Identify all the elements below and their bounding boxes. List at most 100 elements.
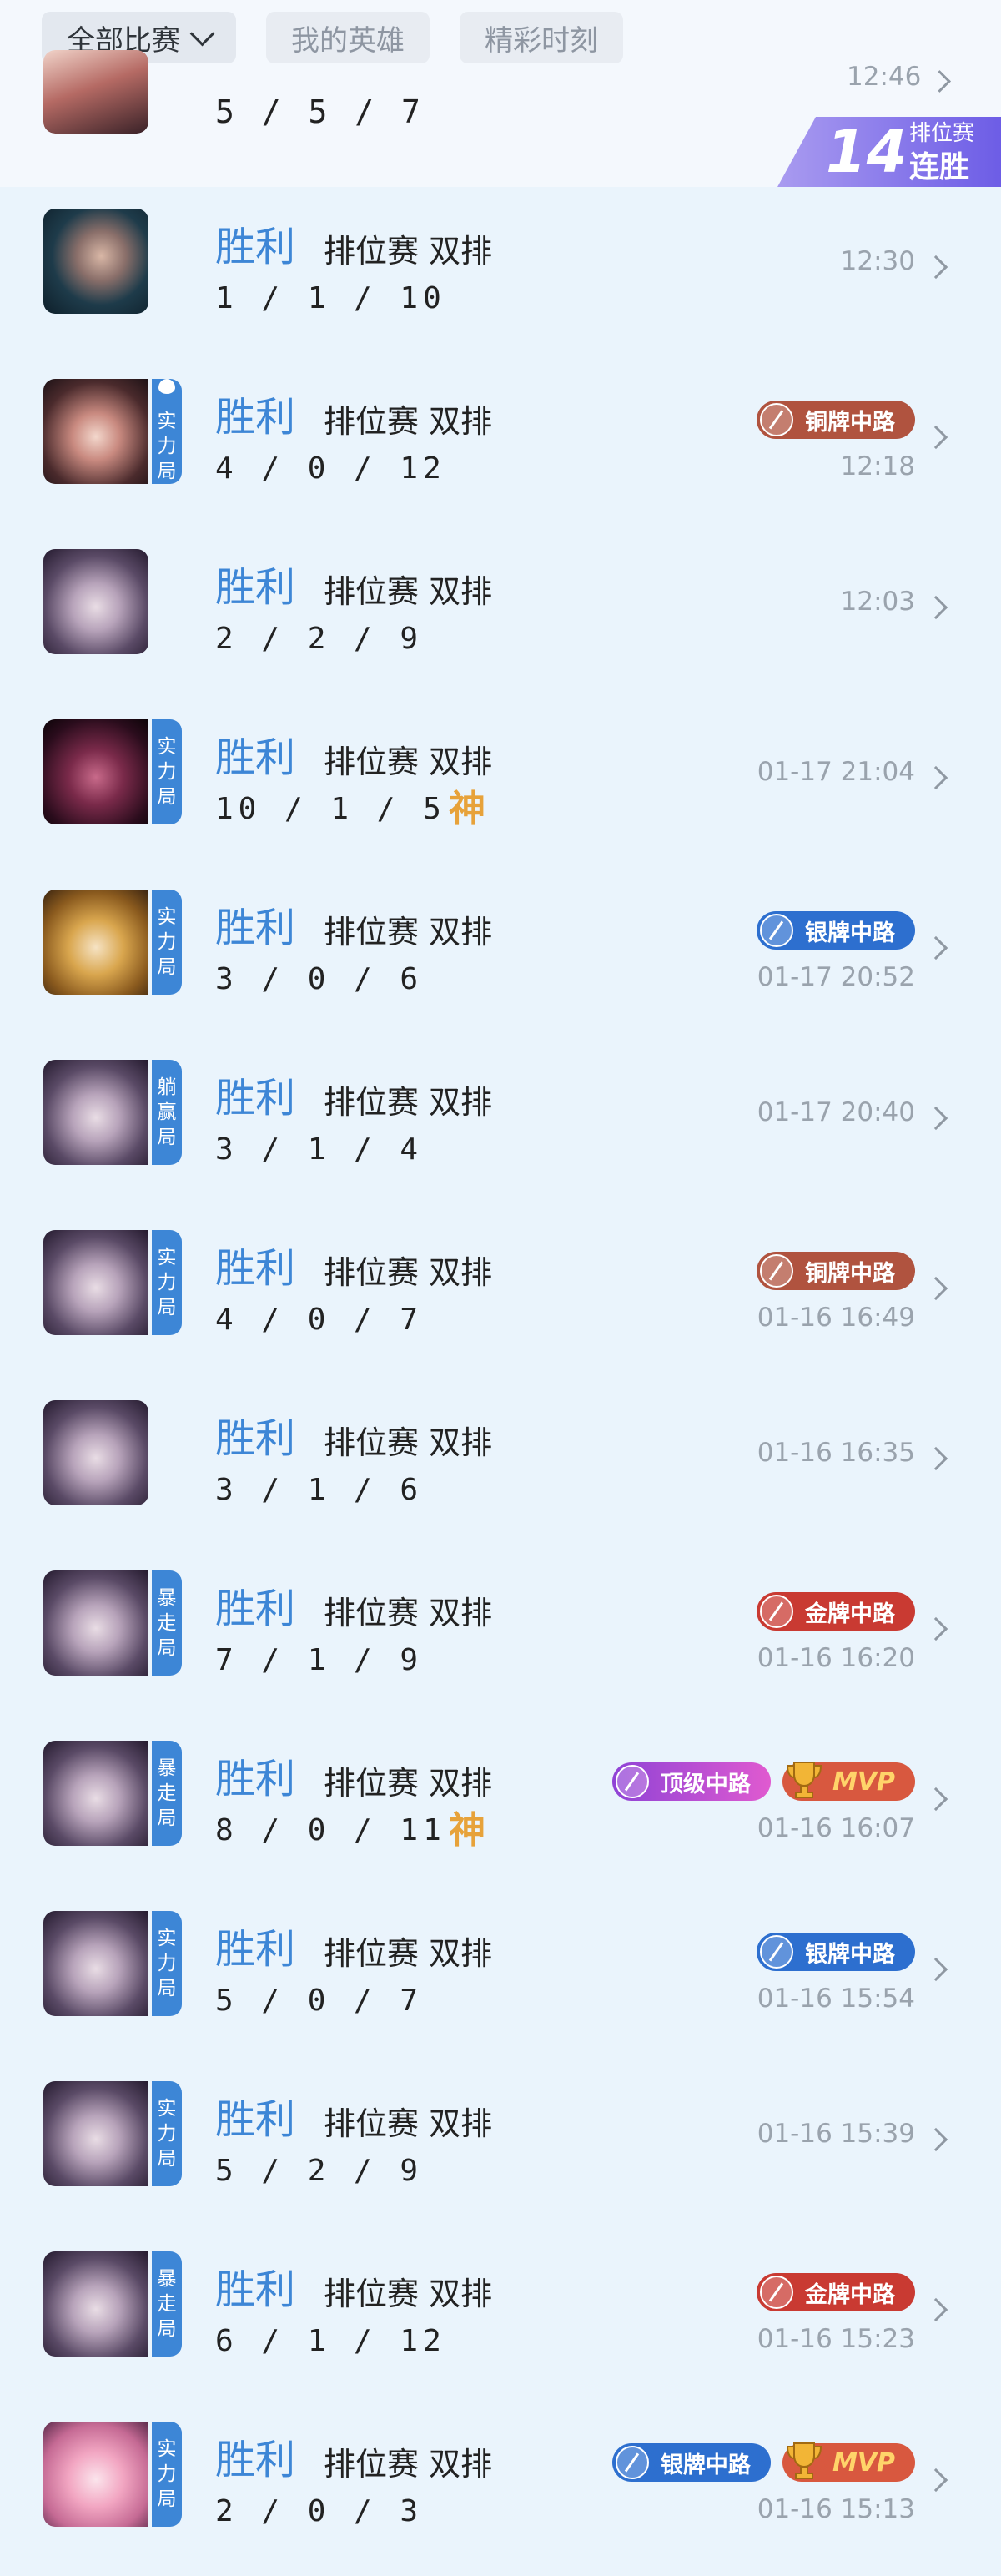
match-row[interactable]: 胜利 排位赛 双排 1 / 1 / 10 12:30 <box>0 187 1001 357</box>
match-mode: 排位赛 双排 <box>324 744 493 780</box>
tag-char: 力 <box>157 436 177 457</box>
kda-text: 5 / 5 / 7 <box>215 93 425 130</box>
streak-number: 14 <box>826 118 908 186</box>
chevron-right-icon[interactable] <box>923 1276 948 1301</box>
chevron-right-icon[interactable] <box>928 70 951 93</box>
match-row[interactable]: 实力局 胜利 排位赛 双排 5 / 0 / 7 银牌中路 01-16 15:54 <box>0 1889 1001 2059</box>
match-time: 01-16 16:35 <box>757 1438 915 1468</box>
match-row[interactable]: 实力局 胜利 排位赛 双排 4 / 0 / 7 铜牌中路 01-16 16:49 <box>0 1208 1001 1379</box>
match-row[interactable]: 实力局 胜利 排位赛 双排 4 / 0 / 12 铜牌中路 12:18 <box>0 357 1001 527</box>
chevron-right-icon[interactable] <box>923 1787 948 1812</box>
match-result: 胜利 <box>215 564 296 611</box>
sword-icon <box>760 2276 793 2309</box>
hero-avatar[interactable] <box>43 1911 148 2016</box>
tag-char: 局 <box>157 1807 177 1829</box>
mvp-badge: MVP <box>782 1762 915 1801</box>
match-time: 01-16 15:54 <box>757 1984 915 2014</box>
hero-avatar[interactable] <box>43 209 148 314</box>
match-row[interactable]: 实力局 胜利 排位赛 双排 2 / 0 / 3 银牌中路 MVP 01-16 15:13 <box>0 2400 1001 2570</box>
tag-char: 走 <box>157 2293 177 2315</box>
kda-text: 10 / 1 / 5 <box>215 792 446 826</box>
performance-tag: 暴走局 <box>152 1741 182 1846</box>
chevron-right-icon[interactable] <box>923 935 948 960</box>
match-row[interactable]: 躺赢局 胜利 排位赛 双排 3 / 1 / 4 01-17 20:40 <box>0 1038 1001 1208</box>
chevron-right-icon[interactable] <box>923 2127 948 2152</box>
achievement-badges: 铜牌中路 <box>757 1252 915 1290</box>
match-mode: 排位赛 双排 <box>324 573 493 610</box>
sword-icon <box>760 1595 793 1628</box>
hero-avatar[interactable] <box>43 2422 148 2527</box>
tag-char: 局 <box>157 2488 177 2510</box>
tag-char: 赢 <box>157 1101 177 1123</box>
match-result: 胜利 <box>215 1075 296 1122</box>
god-badge: 神 <box>449 1809 485 1852</box>
tag-char: 局 <box>157 461 177 482</box>
hero-avatar[interactable] <box>43 1230 148 1335</box>
kda-text: 3 / 1 / 4 <box>215 1132 424 1167</box>
god-badge: 神 <box>449 788 485 830</box>
sword-icon <box>615 1765 649 1798</box>
match-row[interactable]: 胜利 排位赛 双排 2 / 2 / 9 12:03 <box>0 527 1001 698</box>
match-row[interactable]: 实力局 胜利 排位赛 双排 10 / 1 / 5 神 01-17 21:04 <box>0 698 1001 868</box>
tag-char: 局 <box>157 2318 177 2340</box>
performance-tag: 实力局 <box>152 1230 182 1335</box>
hero-avatar[interactable] <box>43 719 148 824</box>
kda-text: 3 / 0 / 6 <box>215 962 424 996</box>
match-row[interactable]: 胜利 排位赛 双排 3 / 1 / 6 01-16 16:35 <box>0 1379 1001 1549</box>
match-result: 胜利 <box>215 224 296 270</box>
hero-avatar[interactable] <box>43 1400 148 1505</box>
match-time: 12:18 <box>840 451 915 481</box>
chevron-right-icon[interactable] <box>923 425 948 450</box>
hero-avatar[interactable] <box>43 1741 148 1846</box>
badge-label: 铜牌中路 <box>805 409 895 436</box>
sword-icon <box>615 2446 649 2479</box>
match-row[interactable]: 实力局 胜利 排位赛 双排 5 / 2 / 9 01-16 15:39 <box>0 2059 1001 2230</box>
rank-badge: 银牌中路 <box>611 2443 771 2482</box>
tag-char: 实 <box>157 2438 177 2460</box>
match-row[interactable]: 暴走局 胜利 排位赛 双排 7 / 1 / 9 金牌中路 01-16 16:20 <box>0 1549 1001 1719</box>
hero-avatar[interactable] <box>43 1570 148 1676</box>
match-row[interactable]: 实力局 胜利 排位赛 双排 3 / 0 / 6 银牌中路 01-17 20:52 <box>0 868 1001 1038</box>
streak-label-top: 排位赛 <box>909 121 975 146</box>
match-row[interactable]: 暴走局 胜利 排位赛 双排 6 / 1 / 12 金牌中路 01-16 15:23 <box>0 2230 1001 2400</box>
badge-label: MVP <box>832 1767 895 1797</box>
hero-avatar[interactable] <box>43 1060 148 1165</box>
kda-text: 5 / 0 / 7 <box>215 1984 424 2018</box>
match-mode: 排位赛 双排 <box>324 233 493 270</box>
hero-avatar[interactable] <box>43 50 148 134</box>
hero-avatar[interactable] <box>43 890 148 995</box>
match-time: 01-16 15:23 <box>757 2324 915 2354</box>
badge-label: 顶级中路 <box>660 1771 751 1797</box>
chevron-right-icon[interactable] <box>923 1446 948 1471</box>
tab-my-heroes[interactable]: 我的英雄 <box>266 12 430 63</box>
hero-avatar[interactable] <box>43 2251 148 2357</box>
badge-label: 金牌中路 <box>805 1601 895 1627</box>
tag-char: 力 <box>157 761 177 783</box>
chevron-right-icon[interactable] <box>923 1106 948 1131</box>
performance-tag: 实力局 <box>152 2081 182 2186</box>
performance-tag: 暴走局 <box>152 2251 182 2357</box>
hero-avatar[interactable] <box>43 549 148 654</box>
chevron-right-icon[interactable] <box>923 595 948 620</box>
chevron-right-icon[interactable] <box>923 2468 948 2493</box>
tag-char: 实 <box>157 906 177 928</box>
kda-text: 4 / 0 / 7 <box>215 1303 424 1337</box>
match-result: 胜利 <box>215 2437 296 2483</box>
rank-badge: 金牌中路 <box>757 2273 915 2311</box>
match-result: 胜利 <box>215 1756 296 1802</box>
match-mode: 排位赛 双排 <box>324 1595 493 1631</box>
chevron-right-icon[interactable] <box>923 765 948 790</box>
tag-char: 暴 <box>157 1757 177 1779</box>
kda-text: 1 / 1 / 10 <box>215 281 446 315</box>
chevron-right-icon[interactable] <box>923 1616 948 1641</box>
chevron-right-icon[interactable] <box>923 255 948 280</box>
chevron-right-icon[interactable] <box>923 1957 948 1982</box>
hero-avatar[interactable] <box>43 379 148 484</box>
match-row[interactable]: 暴走局 胜利 排位赛 双排 8 / 0 / 11 神 顶级中路 MVP 01-16 16:07 <box>0 1719 1001 1889</box>
badge-label: 银牌中路 <box>805 1941 895 1968</box>
tag-char: 力 <box>157 1272 177 1293</box>
match-mode: 排位赛 双排 <box>324 1765 493 1802</box>
tab-highlights[interactable]: 精彩时刻 <box>460 12 623 63</box>
hero-avatar[interactable] <box>43 2081 148 2186</box>
chevron-right-icon[interactable] <box>923 2297 948 2322</box>
